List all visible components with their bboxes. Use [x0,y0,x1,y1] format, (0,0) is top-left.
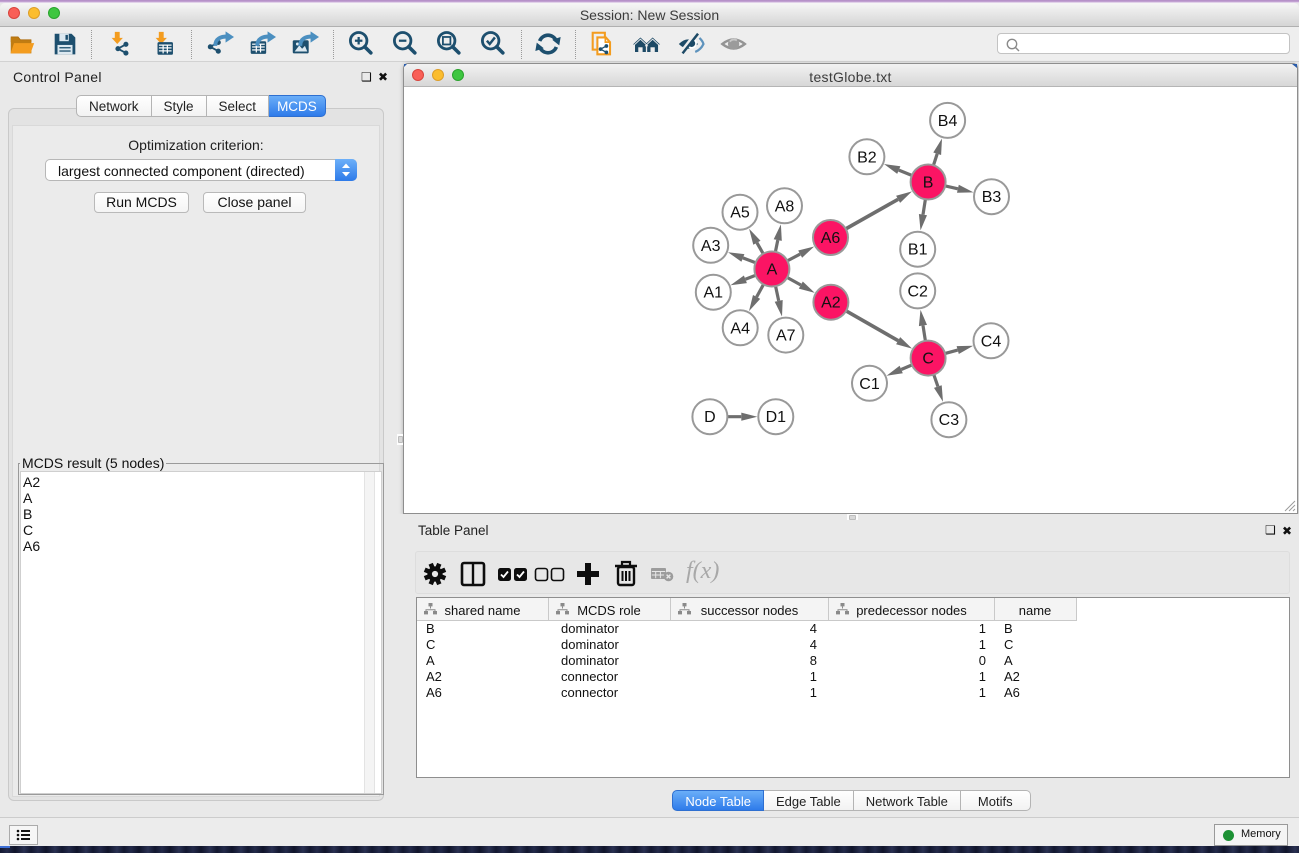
svg-text:A5: A5 [730,205,750,222]
svg-text:C: C [922,351,934,368]
svg-text:C2: C2 [907,283,928,300]
svg-text:A2: A2 [821,295,841,312]
svg-text:B3: B3 [982,189,1002,206]
svg-text:A8: A8 [775,198,795,215]
svg-text:D: D [704,409,716,426]
svg-text:B1: B1 [908,242,928,259]
svg-text:B4: B4 [938,113,958,130]
svg-text:A6: A6 [821,230,841,247]
svg-text:C1: C1 [859,376,880,393]
svg-text:A4: A4 [730,320,750,337]
svg-text:B2: B2 [857,149,877,166]
svg-text:B: B [923,175,934,192]
svg-text:D1: D1 [766,409,787,426]
svg-text:A: A [767,262,778,279]
svg-text:A3: A3 [701,238,721,255]
svg-text:C4: C4 [981,333,1002,350]
svg-text:C3: C3 [939,412,960,429]
svg-text:A7: A7 [776,328,796,345]
svg-text:A1: A1 [704,285,724,302]
